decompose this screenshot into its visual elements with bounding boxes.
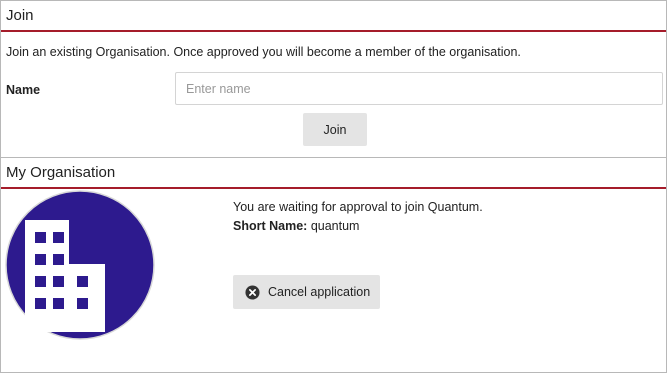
short-name-row: Short Name: quantum [233, 217, 483, 236]
cancel-application-button[interactable]: Cancel application [233, 275, 380, 309]
org-status: You are waiting for approval to join Qua… [233, 198, 483, 236]
short-name-key: Short Name: [233, 219, 308, 233]
name-label: Name [6, 83, 41, 97]
join-button[interactable]: Join [303, 113, 367, 146]
join-description: Join an existing Organisation. Once appr… [6, 45, 521, 59]
join-section: Join Join an existing Organisation. Once… [1, 1, 666, 158]
my-organisation-section: My Organisation You are waiting for appr… [1, 158, 666, 343]
short-name-value: quantum [310, 219, 360, 233]
page: Join Join an existing Organisation. Once… [0, 0, 667, 373]
status-text: You are waiting for approval to join Qua… [233, 200, 483, 214]
join-heading: Join [1, 1, 666, 32]
building-icon [5, 190, 155, 340]
cancel-application-label: Cancel application [268, 285, 371, 299]
my-organisation-heading: My Organisation [1, 158, 666, 189]
name-input[interactable] [175, 72, 663, 105]
close-circle-icon [245, 284, 260, 300]
